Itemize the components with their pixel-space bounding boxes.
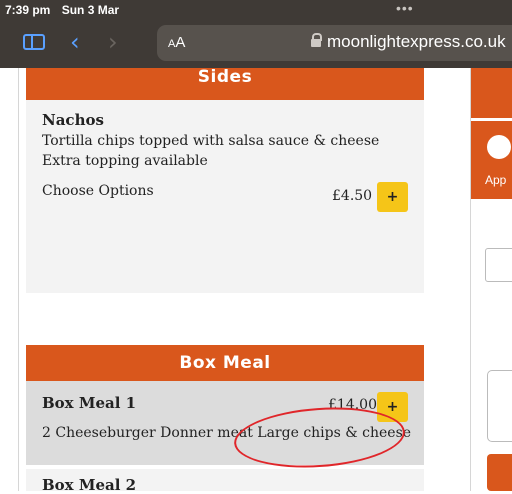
text-size-button[interactable]: AA [168, 34, 185, 51]
menu-column: Sides Nachos Tortilla chips topped with … [26, 68, 426, 494]
choose-options-link[interactable]: Choose Options [42, 183, 154, 199]
address-bar[interactable]: AA moonlightexpress.co.uk [157, 25, 512, 61]
delivery-option-card[interactable]: App [471, 121, 512, 199]
menu-item-box-meal-2: Box Meal 2 [26, 469, 424, 494]
item-name: Box Meal 1 [42, 394, 137, 412]
text-area-field[interactable] [487, 370, 512, 442]
item-price: £4.50 [332, 188, 373, 204]
checkout-button[interactable] [487, 454, 512, 491]
box-meal-heading: Box Meal [26, 345, 424, 381]
back-arrow-icon[interactable]: ‹ [70, 28, 80, 56]
forward-arrow-icon[interactable]: › [108, 28, 118, 56]
menu-item-nachos: Nachos Tortilla chips topped with salsa … [26, 100, 424, 293]
option-label: App [485, 173, 507, 187]
status-bar: 7:39 pm Sun 3 Mar [5, 3, 119, 17]
panel-header [471, 68, 512, 118]
input-field[interactable] [485, 248, 512, 282]
add-to-basket-button[interactable]: + [377, 182, 408, 212]
browser-toolbar: 7:39 pm Sun 3 Mar ••• ‹ › AA moonlightex… [0, 0, 512, 68]
radio-button[interactable] [487, 135, 511, 159]
lock-icon [311, 33, 322, 47]
status-time: 7:39 pm [5, 3, 51, 17]
sides-heading: Sides [26, 68, 424, 100]
sidebar-toggle-icon[interactable] [23, 34, 45, 50]
left-panel-edge [0, 68, 19, 491]
item-name: Box Meal 2 [42, 476, 137, 494]
url-text: moonlightexpress.co.uk [327, 32, 506, 51]
item-name: Nachos [42, 111, 104, 129]
multitask-dots-icon[interactable]: ••• [396, 0, 414, 16]
item-description: Tortilla chips topped with salsa sauce &… [42, 133, 380, 169]
status-date: Sun 3 Mar [61, 3, 120, 17]
order-side-panel: App [470, 68, 512, 491]
